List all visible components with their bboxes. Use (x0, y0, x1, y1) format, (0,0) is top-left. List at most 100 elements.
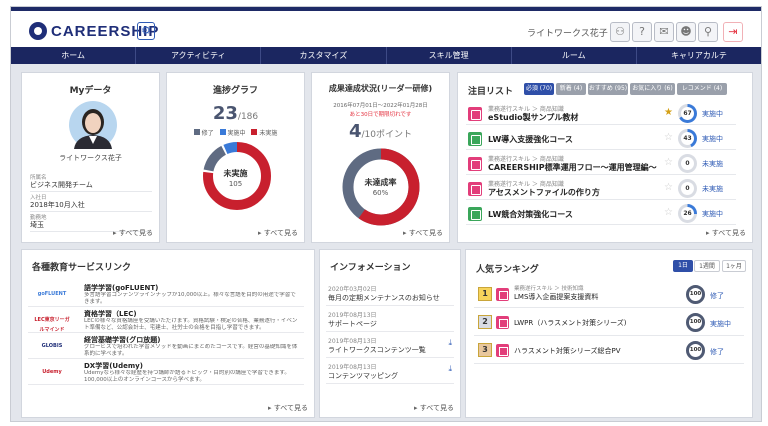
attention-list-card: 注目リスト 必須 (70) 新着 (4) おすすめ (95) お気に入り (6) レコメ… (457, 72, 753, 243)
goal-points-value: 4 (348, 121, 362, 142)
progress-value: 0 (685, 160, 690, 167)
nav-item-3[interactable]: スキル管理 (387, 47, 512, 64)
progress-value: 26 (683, 210, 692, 217)
service-description: グロービスで培われた学習メソッドを動画にまとめたコースです。経営の基礎知識を体系… (84, 344, 298, 357)
my-data-title: Myデータ (69, 86, 112, 96)
service-logo: goFLUENT (37, 291, 67, 297)
service-description: LECの様々な資格講座を受講いただけます。資格試験・検定の合格、業務遂行・イベン… (84, 318, 298, 331)
help-icon[interactable]: ? (632, 22, 652, 42)
course-icon (468, 207, 482, 221)
favorite-star-icon[interactable]: ★ (664, 107, 673, 118)
item-title[interactable]: LW競合対策強化コース (488, 209, 573, 220)
nav-item-5[interactable]: キャリアカルテ (637, 47, 761, 64)
my-data-more-link[interactable]: すべて見る (113, 228, 153, 238)
gear-icon[interactable]: ⚙ (137, 22, 155, 40)
ranking-title: 人気ランキング (476, 265, 539, 275)
attention-list-item[interactable]: 業務遂行スキル ＞ 商品知識 アセスメントファイルの作り方 ☆ 0 未実施 (466, 178, 736, 200)
ranking-status: 修了 (710, 348, 724, 356)
attention-list-title: 注目リスト (468, 87, 514, 97)
services-more-link[interactable]: すべて見る (268, 403, 308, 413)
goal-points: 4/10ポイント (312, 121, 449, 142)
item-status: 未実施 (702, 160, 723, 168)
favorite-star-icon[interactable]: ☆ (664, 132, 673, 143)
search-icon[interactable]: ⚲ (698, 22, 718, 42)
item-title[interactable]: CAREERSHIP標準運用フロー～運用管理編～ (488, 162, 657, 173)
ranking-tab-1[interactable]: 1週間 (694, 260, 720, 272)
information-title[interactable]: サポートページ (328, 319, 377, 329)
item-title[interactable]: eStudio製サンプル教材 (488, 112, 578, 123)
favorite-star-icon[interactable]: ☆ (664, 207, 673, 218)
service-link-item[interactable]: LEC東京リーガルマインド 資格学習（LEC) LECの様々な資格講座を受講いただけ… (28, 308, 304, 333)
attention-list-item[interactable]: 業務遂行スキル ＞ 商品知識 eStudio製サンプル教材 ★ 67 実施中 (466, 103, 736, 125)
progress-total: /186 (237, 112, 259, 122)
goal-more-link[interactable]: すべて見る (403, 228, 443, 238)
nav-item-0[interactable]: ホーム (11, 47, 137, 64)
service-link-item[interactable]: goFLUENT 語学学習(goFLUENT) 多言語学習コンテンツラインナップが1… (28, 282, 304, 307)
logo-mark-icon (29, 22, 47, 40)
information-title[interactable]: コンテンツマッピング (328, 371, 398, 381)
attention-tab-1[interactable]: 新着 (4) (556, 83, 586, 95)
nav-item-2[interactable]: カスタマイズ (261, 47, 387, 64)
attention-list-item[interactable]: LW競合対策強化コース ☆ 26 実施中 (466, 203, 736, 225)
attention-tab-4[interactable]: レコメンド (4) (677, 83, 727, 95)
goal-notice: あと30日で期限切れです (349, 112, 412, 118)
goal-status-card: 成果達成状況(リーダー研修) 2016年07月01日〜2022年01月28日 あ… (311, 72, 450, 243)
information-title: インフォメーション (330, 263, 411, 273)
course-icon (468, 107, 482, 121)
information-item[interactable]: 2020年03月02日 毎月の定期メンテナンスのお知らせ (326, 282, 454, 306)
ranking-category: 業務遂行スキル ＞ 技術知識 (514, 286, 584, 292)
progress-ring: 43 (678, 129, 697, 148)
dashboard: Myデータ ライトワークス花子 所属名 ビジネス開発チーム 入社日 2018年10月入… (11, 64, 761, 421)
favorite-star-icon[interactable]: ☆ (664, 157, 673, 168)
ranking-item[interactable]: 3 ハラスメント対策シリーズ総合PV 100 修了 (474, 338, 744, 364)
service-link-item[interactable]: Udemy DX学習(Udemy) Udemyなら様々な経歴を持つ講師が語るトピック… (28, 360, 304, 385)
user-icon[interactable]: ☻ (676, 22, 696, 42)
mail-icon[interactable]: ✉ (654, 22, 674, 42)
attention-list-item[interactable]: LW導入支援強化コース ☆ 43 実施中 (466, 128, 736, 150)
favorite-star-icon[interactable]: ☆ (664, 182, 673, 193)
ranking-tab-0[interactable]: 1日 (673, 260, 693, 272)
service-link-item[interactable]: GLOBIS 経営基礎学習(グロ放題) グロービスで培われた学習メソッドを動画にまと… (28, 334, 304, 359)
information-item[interactable]: 2019年08月13日 サポートページ (326, 308, 454, 332)
legend-in-progress: 実施中 (227, 130, 246, 137)
attention-tab-3[interactable]: お気に入り (6) (630, 83, 675, 95)
information-title[interactable]: 毎月の定期メンテナンスのお知らせ (328, 293, 440, 303)
attention-tab-2[interactable]: おすすめ (95) (588, 83, 628, 95)
attention-more-link[interactable]: すべて見る (706, 228, 746, 238)
ranking-tab-2[interactable]: 1ヶ月 (722, 260, 746, 272)
nav-item-4[interactable]: ルーム (512, 47, 637, 64)
progress-ring: 100 (686, 313, 705, 332)
service-description: Udemyなら様々な経歴を持つ講師が語るトピック・目的別の講座で学習できます。1… (84, 370, 290, 383)
nav-item-1[interactable]: アクティビティ (136, 47, 262, 64)
service-logo: Udemy (42, 369, 62, 375)
information-item[interactable]: 2019年08月13日 コンテンツマッピング ⤓ (326, 360, 454, 384)
information-more-link[interactable]: すべて見る (414, 403, 454, 413)
course-icon (468, 157, 482, 171)
ranking-title-text[interactable]: ハラスメント対策シリーズ総合PV (514, 346, 621, 356)
header: CAREERSHIP ⚙ ライトワークス花子 ⚇? ✉ ☻ ⚲ ⇥ (11, 7, 761, 47)
information-item[interactable]: 2019年08月13日 ライトワークスコンテンツ一覧 ⤓ (326, 334, 454, 358)
download-icon[interactable]: ⤓ (448, 338, 452, 348)
progress-ring: 0 (678, 179, 697, 198)
progress-more-link[interactable]: すべて見る (258, 228, 298, 238)
item-title[interactable]: アセスメントファイルの作り方 (488, 187, 600, 198)
ranking-title-text[interactable]: LMS導入企画提案支援資料 (514, 292, 598, 302)
course-icon (496, 316, 509, 329)
lightbulb-icon[interactable]: ⚇ (610, 22, 630, 42)
information-title[interactable]: ライトワークスコンテンツ一覧 (328, 345, 426, 355)
donut-center-value: 105 (228, 180, 243, 188)
logout-icon[interactable]: ⇥ (723, 22, 743, 42)
legend-not-started: 未実施 (259, 130, 278, 137)
progress-ring: 100 (686, 285, 705, 304)
download-icon[interactable]: ⤓ (448, 364, 452, 374)
rank-badge: 1 (478, 287, 492, 301)
ranking-title-text[interactable]: LWPR（ハラスメント対策シリーズ) (514, 318, 627, 328)
course-icon (496, 344, 509, 357)
attention-list-item[interactable]: 業務遂行スキル ＞ 商品知識 CAREERSHIP標準運用フロー～運用管理編～ ☆ 0… (466, 153, 736, 175)
ranking-item[interactable]: 2 LWPR（ハラスメント対策シリーズ) 100 実施中 (474, 310, 744, 336)
ranking-item[interactable]: 1 業務遂行スキル ＞ 技術知識 LMS導入企画提案支援資料 100 修了 (474, 282, 744, 308)
item-title[interactable]: LW導入支援強化コース (488, 134, 573, 145)
progress-graph-title: 進捗グラフ (212, 86, 258, 96)
attention-tab-0[interactable]: 必須 (70) (524, 83, 554, 95)
information-date: 2020年03月02日 (328, 286, 377, 293)
